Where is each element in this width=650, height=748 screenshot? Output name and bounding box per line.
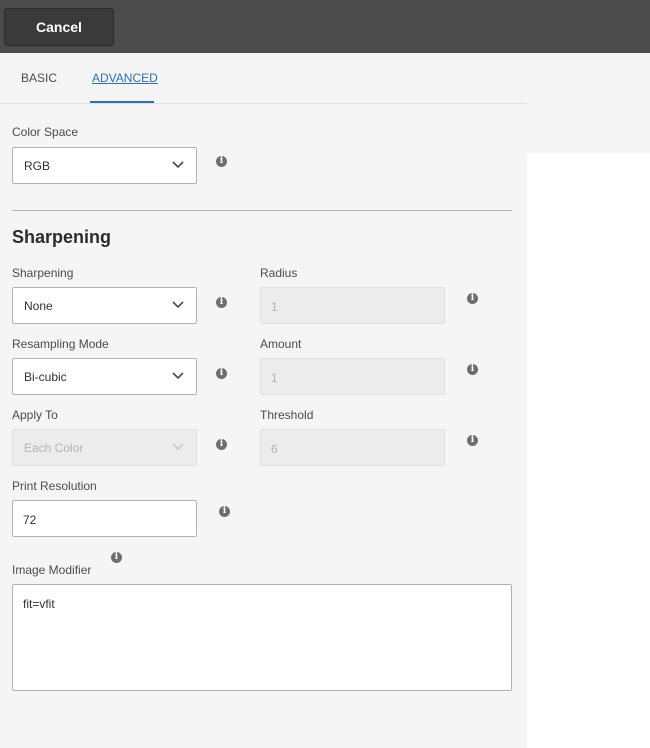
resampling-mode-value: Bi-cubic <box>24 370 67 384</box>
amount-label: Amount <box>260 337 302 351</box>
chevron-down-icon <box>172 372 184 380</box>
preview-area <box>527 153 650 748</box>
image-modifier-info-icon[interactable]: i <box>111 552 122 563</box>
amount-value: 1 <box>271 371 278 385</box>
threshold-info-icon[interactable]: i <box>467 435 478 446</box>
image-modifier-label: Image Modifier <box>12 563 92 577</box>
color-space-select[interactable]: RGB <box>12 147 197 184</box>
cancel-button[interactable]: Cancel <box>4 8 114 46</box>
sharpening-label: Sharpening <box>12 266 74 280</box>
apply-to-info-icon[interactable]: i <box>216 439 227 450</box>
threshold-label: Threshold <box>260 408 314 422</box>
color-space-label: Color Space <box>12 125 79 139</box>
print-resolution-value: 72 <box>23 513 37 527</box>
amount-input: 1 <box>260 358 445 395</box>
tab-divider <box>0 103 527 104</box>
color-space-info-icon[interactable]: i <box>216 156 227 167</box>
sharpening-value: None <box>24 299 53 313</box>
sharpening-select[interactable]: None <box>12 287 197 324</box>
apply-to-value: Each Color <box>24 441 84 455</box>
print-resolution-input[interactable]: 72 <box>12 500 197 537</box>
tab-advanced[interactable]: ADVANCED <box>92 71 158 85</box>
chevron-down-icon <box>172 443 184 451</box>
apply-to-select: Each Color <box>12 429 197 466</box>
resampling-mode-label: Resampling Mode <box>12 337 109 351</box>
radius-value: 1 <box>271 300 278 314</box>
sharpening-section-title: Sharpening <box>12 227 112 247</box>
threshold-value: 6 <box>271 442 278 456</box>
sharpening-info-icon[interactable]: i <box>216 297 227 308</box>
section-divider <box>12 210 512 211</box>
radius-input: 1 <box>260 287 445 324</box>
threshold-input: 6 <box>260 429 445 466</box>
chevron-down-icon <box>172 161 184 169</box>
chevron-down-icon <box>172 301 184 309</box>
top-toolbar: Cancel <box>0 0 650 53</box>
color-space-value: RGB <box>24 159 51 173</box>
apply-to-label: Apply To <box>12 408 58 422</box>
print-resolution-info-icon[interactable]: i <box>219 506 230 517</box>
print-resolution-label: Print Resolution <box>12 479 97 493</box>
image-modifier-textarea[interactable]: fit=vfit <box>12 584 512 691</box>
amount-info-icon[interactable]: i <box>467 364 478 375</box>
tab-basic[interactable]: BASIC <box>21 71 57 85</box>
radius-info-icon[interactable]: i <box>467 293 478 304</box>
resampling-mode-select[interactable]: Bi-cubic <box>12 358 197 395</box>
radius-label: Radius <box>260 266 298 280</box>
resampling-mode-info-icon[interactable]: i <box>216 368 227 379</box>
